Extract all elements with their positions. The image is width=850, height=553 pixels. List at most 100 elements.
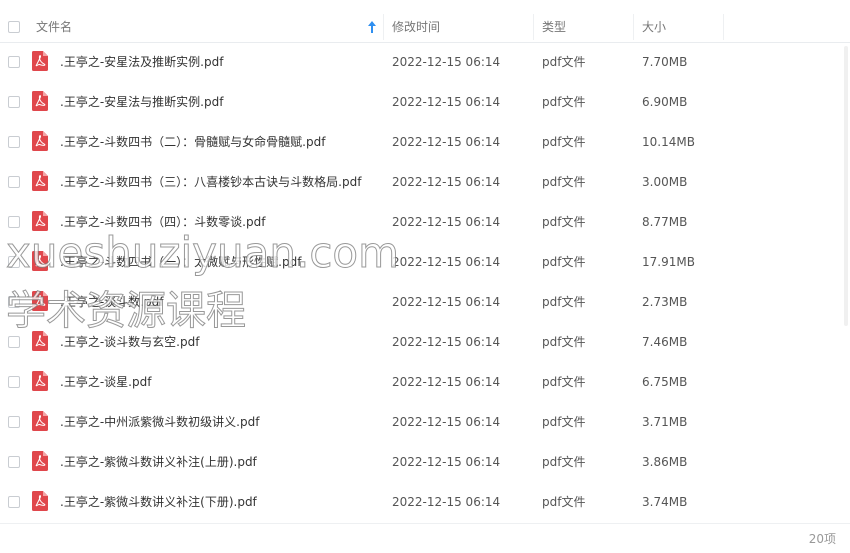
pdf-file-icon bbox=[32, 251, 48, 271]
file-name[interactable]: .王亭之-谈斗数与玄空.pdf bbox=[60, 322, 199, 362]
file-size: 10.14MB bbox=[642, 135, 695, 149]
file-size: 6.75MB bbox=[642, 375, 688, 389]
file-row[interactable]: .王亭之-紫微斗数讲义补注(下册).pdf 2022-12-15 06:14 p… bbox=[0, 482, 850, 522]
file-name[interactable]: .王亭之-斗数四书（四）：斗数零谈.pdf bbox=[60, 202, 265, 242]
column-header-date[interactable]: 修改时间 bbox=[392, 12, 440, 42]
column-divider[interactable] bbox=[723, 14, 724, 40]
row-checkbox[interactable] bbox=[8, 496, 20, 508]
file-modified-date: 2022-12-15 06:14 bbox=[392, 255, 501, 269]
pdf-file-icon bbox=[32, 51, 48, 71]
pdf-file-icon bbox=[32, 371, 48, 391]
file-modified-date: 2022-12-15 06:14 bbox=[392, 135, 501, 149]
file-name[interactable]: .王亭之-斗数四书（一）：太微赋与形性赋.pdf bbox=[60, 242, 301, 282]
file-size: 3.00MB bbox=[642, 175, 688, 189]
file-modified-date: 2022-12-15 06:14 bbox=[392, 95, 501, 109]
file-size: 3.74MB bbox=[642, 495, 688, 509]
file-list-header: 文件名 修改时间 类型 大小 bbox=[0, 12, 850, 43]
file-row[interactable]: .王亭之-谈斗数与玄空.pdf 2022-12-15 06:14 pdf文件 7… bbox=[0, 322, 850, 362]
file-list-window: 文件名 修改时间 类型 大小 .王亭之-安星法及推断实例.pdf 2022-12… bbox=[0, 0, 850, 553]
file-name[interactable]: .王亭之-中州派紫微斗数初级讲义.pdf bbox=[60, 402, 259, 442]
pdf-file-icon bbox=[32, 171, 48, 191]
file-size: 2.73MB bbox=[642, 295, 688, 309]
pdf-file-icon bbox=[32, 491, 48, 511]
row-checkbox[interactable] bbox=[8, 456, 20, 468]
file-size: 7.46MB bbox=[642, 335, 688, 349]
row-checkbox[interactable] bbox=[8, 336, 20, 348]
file-size: 3.71MB bbox=[642, 415, 688, 429]
file-row[interactable]: .王亭之-谈星.pdf 2022-12-15 06:14 pdf文件 6.75M… bbox=[0, 362, 850, 402]
column-divider[interactable] bbox=[633, 14, 634, 40]
file-type: pdf文件 bbox=[542, 495, 586, 509]
file-type: pdf文件 bbox=[542, 215, 586, 229]
file-name[interactable]: .王亭之-谈星.pdf bbox=[60, 362, 151, 402]
row-checkbox[interactable] bbox=[8, 56, 20, 68]
file-type: pdf文件 bbox=[542, 175, 586, 189]
file-row[interactable]: .王亭之-斗数四书（四）：斗数零谈.pdf 2022-12-15 06:14 p… bbox=[0, 202, 850, 242]
file-name[interactable]: .王亭之-谈斗数.pdf bbox=[60, 282, 163, 322]
file-type: pdf文件 bbox=[542, 295, 586, 309]
file-modified-date: 2022-12-15 06:14 bbox=[392, 55, 501, 69]
file-modified-date: 2022-12-15 06:14 bbox=[392, 375, 501, 389]
file-row[interactable]: .王亭之-斗数四书（三）：八喜楼钞本古诀与斗数格局.pdf 2022-12-15… bbox=[0, 162, 850, 202]
file-row[interactable]: .王亭之-紫微斗数讲义补注(上册).pdf 2022-12-15 06:14 p… bbox=[0, 442, 850, 482]
file-size: 7.70MB bbox=[642, 55, 688, 69]
file-row[interactable]: .王亭之-安星法及推断实例.pdf 2022-12-15 06:14 pdf文件… bbox=[0, 42, 850, 82]
pdf-file-icon bbox=[32, 91, 48, 111]
file-name[interactable]: .王亭之-斗数四书（二）：骨髓赋与女命骨髓赋.pdf bbox=[60, 122, 325, 162]
row-checkbox[interactable] bbox=[8, 376, 20, 388]
pdf-file-icon bbox=[32, 131, 48, 151]
file-size: 3.86MB bbox=[642, 455, 688, 469]
file-modified-date: 2022-12-15 06:14 bbox=[392, 415, 501, 429]
file-name[interactable]: .王亭之-安星法及推断实例.pdf bbox=[60, 42, 223, 82]
file-modified-date: 2022-12-15 06:14 bbox=[392, 335, 501, 349]
file-name[interactable]: .王亭之-安星法与推断实例.pdf bbox=[60, 82, 223, 122]
file-name[interactable]: .王亭之-紫微斗数讲义补注(下册).pdf bbox=[60, 482, 257, 522]
file-row[interactable]: .王亭之-谈斗数.pdf 2022-12-15 06:14 pdf文件 2.73… bbox=[0, 282, 850, 322]
file-size: 17.91MB bbox=[642, 255, 695, 269]
file-row[interactable]: .王亭之-斗数四书（一）：太微赋与形性赋.pdf 2022-12-15 06:1… bbox=[0, 242, 850, 282]
file-type: pdf文件 bbox=[542, 415, 586, 429]
scrollbar-thumb[interactable] bbox=[844, 46, 848, 326]
file-size: 6.90MB bbox=[642, 95, 688, 109]
pdf-file-icon bbox=[32, 211, 48, 231]
sort-ascending-icon[interactable] bbox=[367, 20, 377, 34]
column-header-type[interactable]: 类型 bbox=[542, 12, 566, 42]
file-type: pdf文件 bbox=[542, 55, 586, 69]
column-divider[interactable] bbox=[533, 14, 534, 40]
pdf-file-icon bbox=[32, 451, 48, 471]
row-checkbox[interactable] bbox=[8, 136, 20, 148]
file-name[interactable]: .王亭之-紫微斗数讲义补注(上册).pdf bbox=[60, 442, 257, 482]
row-checkbox[interactable] bbox=[8, 216, 20, 228]
file-modified-date: 2022-12-15 06:14 bbox=[392, 175, 501, 189]
row-checkbox[interactable] bbox=[8, 296, 20, 308]
file-row[interactable]: .王亭之-中州派紫微斗数初级讲义.pdf 2022-12-15 06:14 pd… bbox=[0, 402, 850, 442]
file-modified-date: 2022-12-15 06:14 bbox=[392, 295, 501, 309]
select-all-checkbox[interactable] bbox=[8, 21, 20, 33]
pdf-file-icon bbox=[32, 291, 48, 311]
row-checkbox[interactable] bbox=[8, 256, 20, 268]
column-header-size[interactable]: 大小 bbox=[642, 12, 666, 42]
file-row[interactable]: .王亭之-斗数四书（二）：骨髓赋与女命骨髓赋.pdf 2022-12-15 06… bbox=[0, 122, 850, 162]
row-checkbox[interactable] bbox=[8, 176, 20, 188]
file-modified-date: 2022-12-15 06:14 bbox=[392, 215, 501, 229]
file-type: pdf文件 bbox=[542, 455, 586, 469]
file-row[interactable]: .王亭之-安星法与推断实例.pdf 2022-12-15 06:14 pdf文件… bbox=[0, 82, 850, 122]
file-modified-date: 2022-12-15 06:14 bbox=[392, 495, 501, 509]
pdf-file-icon bbox=[32, 411, 48, 431]
file-type: pdf文件 bbox=[542, 255, 586, 269]
row-checkbox[interactable] bbox=[8, 96, 20, 108]
file-type: pdf文件 bbox=[542, 95, 586, 109]
file-type: pdf文件 bbox=[542, 335, 586, 349]
file-name[interactable]: .王亭之-斗数四书（三）：八喜楼钞本古诀与斗数格局.pdf bbox=[60, 162, 361, 202]
column-divider[interactable] bbox=[383, 14, 384, 40]
pdf-file-icon bbox=[32, 331, 48, 351]
file-type: pdf文件 bbox=[542, 375, 586, 389]
status-bar: 20项 bbox=[0, 523, 850, 553]
file-size: 8.77MB bbox=[642, 215, 688, 229]
row-checkbox[interactable] bbox=[8, 416, 20, 428]
column-header-name[interactable]: 文件名 bbox=[36, 12, 72, 42]
file-type: pdf文件 bbox=[542, 135, 586, 149]
file-modified-date: 2022-12-15 06:14 bbox=[392, 455, 501, 469]
item-count: 20项 bbox=[808, 532, 836, 546]
file-list: .王亭之-安星法及推断实例.pdf 2022-12-15 06:14 pdf文件… bbox=[0, 42, 850, 522]
